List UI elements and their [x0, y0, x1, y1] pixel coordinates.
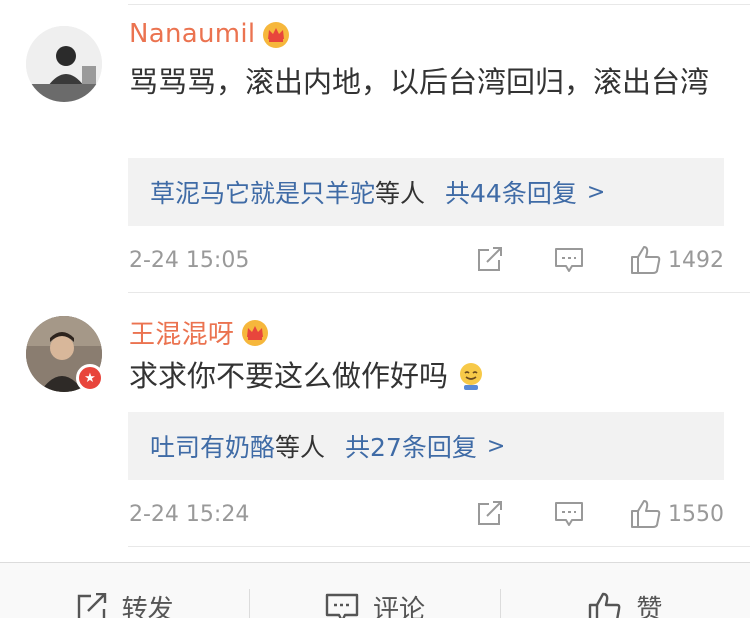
comment-text: 求求你不要这么做作好吗	[129, 359, 449, 393]
share-button[interactable]	[476, 501, 504, 527]
smile-emoji-icon	[460, 363, 483, 390]
share-button[interactable]	[476, 247, 504, 273]
comment-label: 评论	[372, 595, 425, 618]
comment-tab-button[interactable]: 评论	[250, 563, 499, 618]
like-button[interactable]: 1550	[630, 499, 724, 529]
bottom-action-bar: 转发 评论 赞	[0, 562, 750, 618]
comment-icon	[555, 248, 583, 272]
crown-icon	[263, 22, 290, 48]
comment-meta: 2-24 15:24 1550	[129, 494, 724, 534]
divider	[128, 4, 750, 5]
thumbs-up-icon	[631, 246, 661, 274]
comment-button[interactable]	[554, 501, 584, 527]
like-label: 赞	[636, 595, 663, 618]
reply-suffix: 等人	[275, 433, 326, 462]
chevron-right-icon: >	[586, 179, 606, 205]
comment-meta: 2-24 15:05 1492	[129, 240, 724, 280]
comment-text: 骂骂骂，滚出内地，以后台湾回归，滚出台湾	[129, 65, 710, 99]
crown-icon	[242, 320, 269, 346]
divider	[128, 546, 750, 547]
timestamp: 2-24 15:24	[129, 501, 250, 527]
comment-item: Nanaumil 骂骂骂，滚出内地，以后台湾回归，滚出台湾 草泥马它就是只羊驼 …	[0, 6, 750, 294]
repost-label: 转发	[121, 595, 174, 618]
share-icon	[77, 592, 106, 618]
like-tab-button[interactable]: 赞	[501, 563, 750, 618]
chevron-right-icon: >	[486, 433, 506, 459]
comment-icon	[325, 593, 359, 618]
comment-list-screen: Nanaumil 骂骂骂，滚出内地，以后台湾回归，滚出台湾 草泥马它就是只羊驼 …	[0, 0, 750, 618]
reply-count: 共44条回复	[445, 179, 577, 208]
comment-header: Nanaumil	[129, 14, 291, 54]
thumbs-up-icon	[631, 500, 661, 528]
thumbs-up-icon	[589, 592, 621, 618]
repost-button[interactable]: 转发	[0, 563, 249, 618]
like-count: 1550	[668, 501, 724, 527]
timestamp: 2-24 15:05	[129, 247, 250, 273]
reply-count-link[interactable]: 共44条回复 >	[445, 174, 605, 210]
share-icon	[478, 501, 502, 525]
like-button[interactable]: 1492	[630, 245, 724, 275]
comment-button[interactable]	[554, 247, 584, 273]
star-badge-icon: ★	[76, 364, 104, 392]
reply-count-link[interactable]: 共27条回复 >	[345, 428, 505, 464]
username[interactable]: Nanaumil	[129, 19, 255, 49]
reply-preview[interactable]: 草泥马它就是只羊驼 等人 共44条回复 >	[128, 158, 724, 226]
avatar[interactable]	[26, 26, 102, 102]
share-icon	[478, 247, 502, 271]
reply-names[interactable]: 吐司有奶酪	[150, 428, 275, 464]
reply-preview[interactable]: 吐司有奶酪 等人 共27条回复 >	[128, 412, 724, 480]
comment-header: 王混混呀	[129, 312, 270, 352]
username[interactable]: 王混混呀	[129, 314, 234, 351]
comment-item: ★ 王混混呀 求求你不要这么做作好吗 吐司有奶酪 等人 共27条回复 > 2-2…	[0, 296, 750, 548]
divider	[128, 292, 750, 293]
reply-names[interactable]: 草泥马它就是只羊驼	[150, 174, 375, 210]
reply-count: 共27条回复	[345, 433, 477, 462]
comment-text-row: 求求你不要这么做作好吗	[129, 354, 720, 398]
comment-icon	[555, 502, 583, 526]
reply-suffix: 等人	[375, 179, 426, 208]
like-count: 1492	[668, 247, 724, 273]
